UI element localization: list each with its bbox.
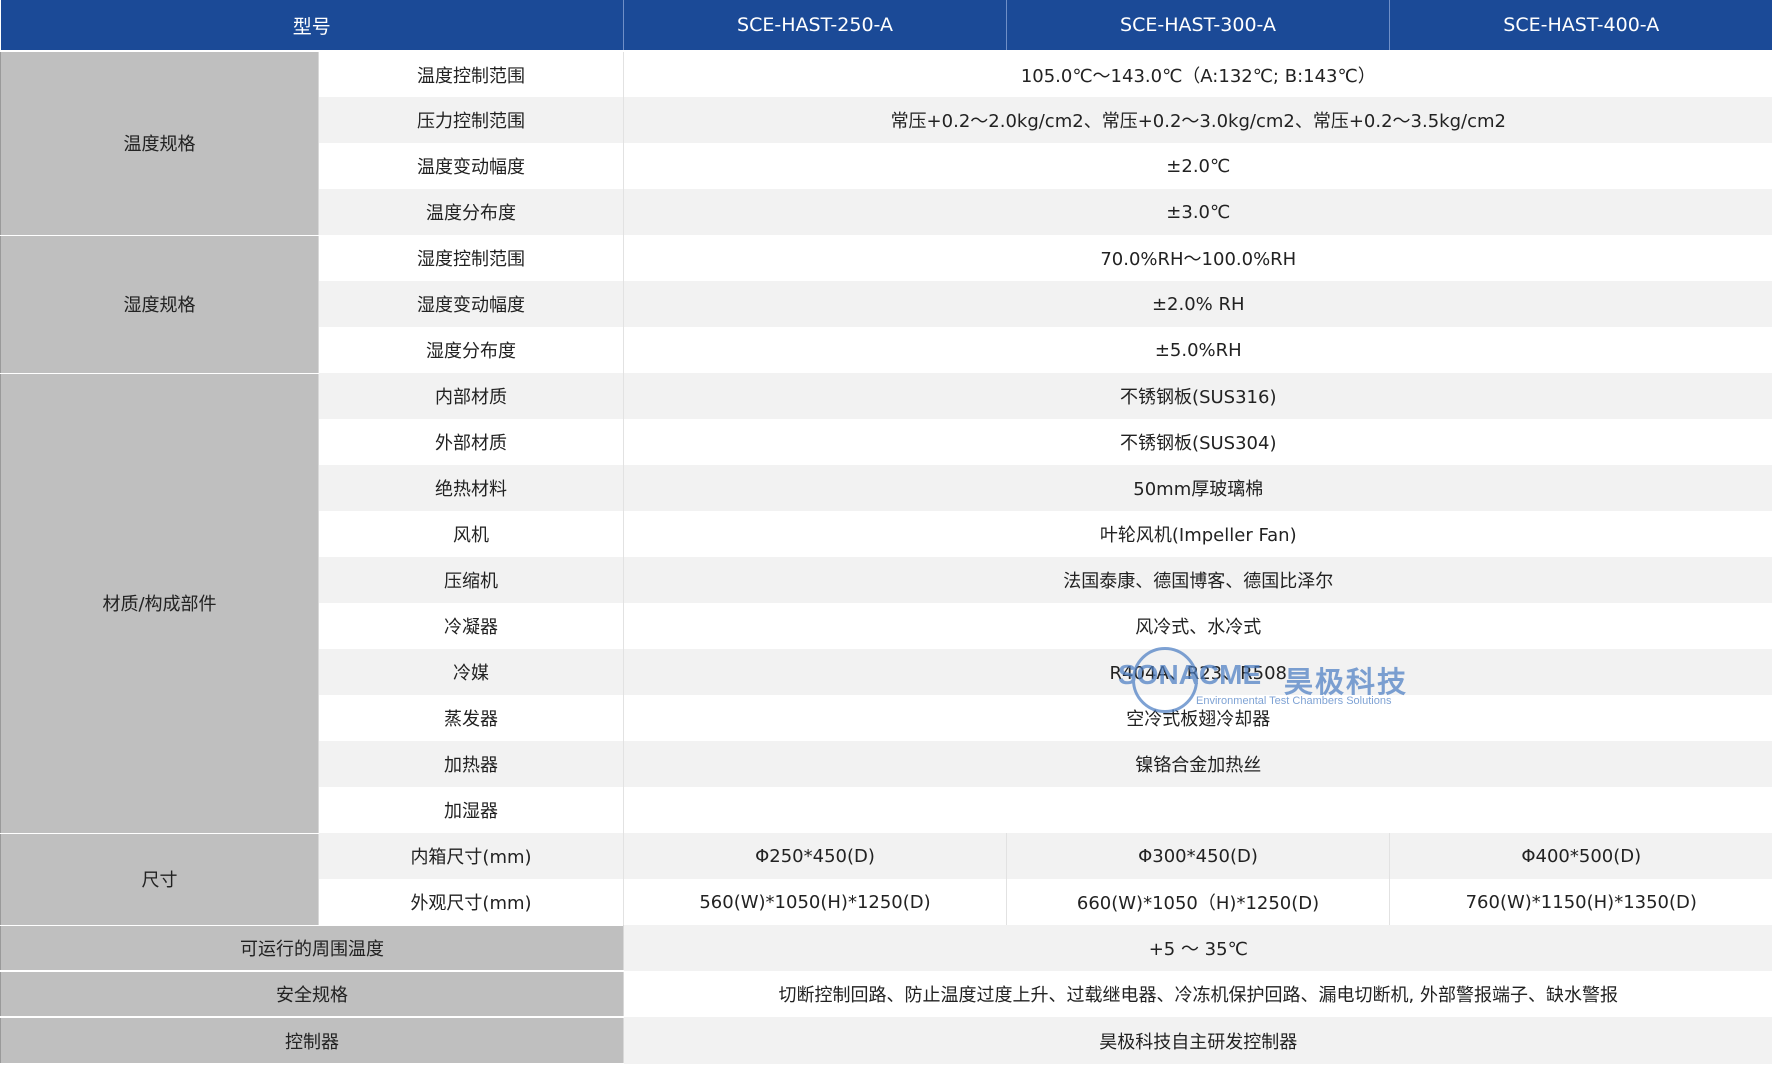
table-row: 安全规格 切断控制回路、防止温度过度上升、过载继电器、冷冻机保护回路、漏电切断机… [0,971,1772,1018]
row-label: 蒸发器 [318,695,625,741]
row-value: 空冷式板翅冷却器 [623,695,1772,741]
table-row: 温度规格 温度控制范围 105.0℃～143.0℃（A:132℃; B:143℃… [0,51,1772,236]
table-row: 湿度规格 湿度控制范围 70.0%RH～100.0%RH [0,235,1772,374]
row-label: 温度控制范围 [318,51,625,97]
row-label: 加湿器 [318,787,625,833]
row-label: 绝热材料 [318,465,625,511]
controller-value: 昊极科技自主研发控制器 [623,1017,1772,1064]
row-label: 压缩机 [318,557,625,603]
safety-spec-label: 安全规格 [0,971,625,1018]
header-model-250: SCE-HAST-250-A [623,0,1008,52]
table-row: 尺寸 内箱尺寸(mm) Φ250*450(D) Φ300*450(D) Φ400… [0,833,1772,926]
header-model-300: SCE-HAST-300-A [1006,0,1391,52]
row-value: ±2.0℃ [623,143,1772,189]
row-label: 湿度控制范围 [318,235,625,281]
row-value: 105.0℃～143.0℃（A:132℃; B:143℃） [623,51,1772,97]
row-value: ±3.0℃ [623,189,1772,235]
row-value-300: Φ300*450(D) [1006,833,1391,879]
category-dimensions: 尺寸 [0,833,319,926]
row-label: 温度变动幅度 [318,143,625,189]
table-row: 材质/构成部件 内部材质 不锈钢板(SUS316) [0,373,1772,834]
row-value: R404A、R23、R508 [623,649,1772,695]
header-row: 型号 SCE-HAST-250-A SCE-HAST-300-A SCE-HAS… [0,0,1772,52]
category-humidity: 湿度规格 [0,235,319,374]
row-label: 内部材质 [318,373,625,419]
row-value: 不锈钢板(SUS316) [623,373,1772,419]
header-model-400: SCE-HAST-400-A [1389,0,1772,52]
row-value: 常压+0.2～2.0kg/cm2、常压+0.2～3.0kg/cm2、常压+0.2… [623,97,1772,143]
row-label: 湿度分布度 [318,327,625,373]
category-materials: 材质/构成部件 [0,373,319,834]
row-value: ±5.0%RH [623,327,1772,373]
row-value: 不锈钢板(SUS304) [623,419,1772,465]
spec-table: 型号 SCE-HAST-250-A SCE-HAST-300-A SCE-HAS… [0,0,1772,1065]
row-label: 内箱尺寸(mm) [318,833,625,879]
table-row: 可运行的周围温度 +5 ～ 35℃ [0,925,1772,972]
row-value-250: 560(W)*1050(H)*1250(D) [623,879,1008,925]
controller-label: 控制器 [0,1017,625,1065]
row-value: ±2.0% RH [623,281,1772,327]
row-value-400: 760(W)*1150(H)*1350(D) [1389,879,1772,925]
row-value: 50mm厚玻璃棉 [623,465,1772,511]
header-model-label: 型号 [0,0,625,52]
row-label: 温度分布度 [318,189,625,235]
row-label: 压力控制范围 [318,97,625,143]
row-label: 外部材质 [318,419,625,465]
row-label: 冷凝器 [318,603,625,649]
ambient-temperature-value: +5 ～ 35℃ [623,925,1772,971]
row-value: 法国泰康、德国博客、德国比泽尔 [623,557,1772,603]
row-value: 叶轮风机(Impeller Fan) [623,511,1772,557]
row-label: 加热器 [318,741,625,787]
row-label: 冷媒 [318,649,625,695]
safety-spec-value: 切断控制回路、防止温度过度上升、过载继电器、冷冻机保护回路、漏电切断机, 外部警… [623,971,1772,1017]
row-label: 风机 [318,511,625,557]
row-value-300: 660(W)*1050（H)*1250(D) [1006,879,1391,925]
row-value-250: Φ250*450(D) [623,833,1008,879]
ambient-temperature-label: 可运行的周围温度 [0,925,625,972]
category-temperature: 温度规格 [0,51,319,236]
row-label: 外观尺寸(mm) [318,879,625,925]
row-value [623,787,1772,833]
row-value: 70.0%RH～100.0%RH [623,235,1772,281]
row-value: 风冷式、水冷式 [623,603,1772,649]
table-row: 控制器 昊极科技自主研发控制器 [0,1017,1772,1065]
row-value: 镍铬合金加热丝 [623,741,1772,787]
row-label: 湿度变动幅度 [318,281,625,327]
row-value-400: Φ400*500(D) [1389,833,1772,879]
